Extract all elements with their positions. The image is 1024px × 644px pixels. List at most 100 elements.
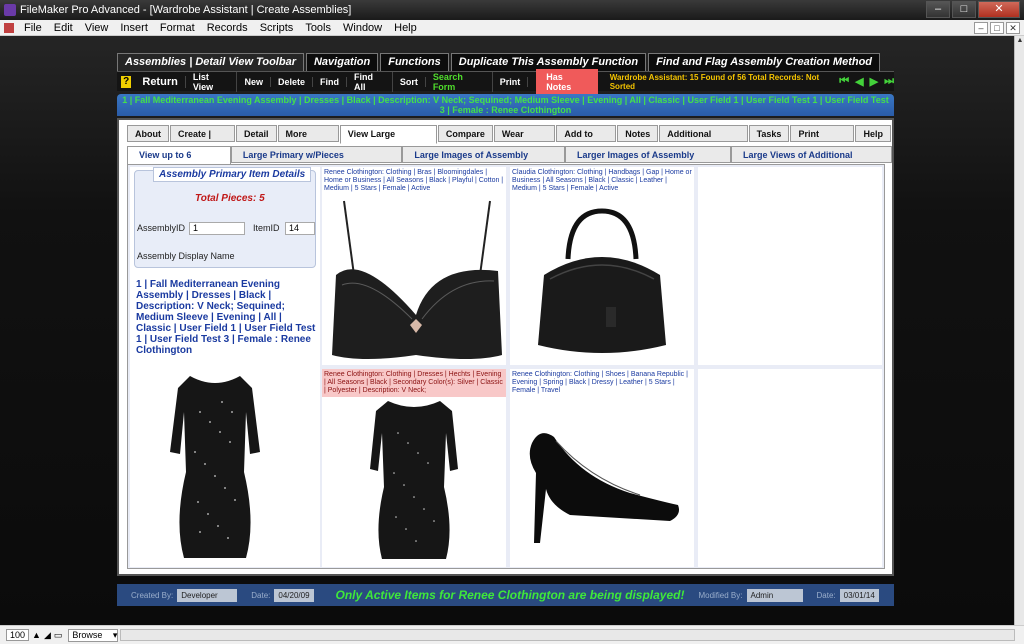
tab-row-sub: View up to 6 Pieces Large Primary w/Piec…	[127, 146, 892, 176]
menu-help[interactable]: Help	[388, 22, 423, 34]
details-title: Assembly Primary Item Details	[153, 167, 312, 182]
assembly-id-field[interactable]: 1	[189, 222, 245, 235]
detail-panel: About Create | Edit Detail More Detail V…	[117, 118, 894, 576]
tab-larger-images-pieces[interactable]: Larger Images of Assembly Pieces	[565, 146, 731, 176]
return-button[interactable]: Return	[135, 75, 186, 88]
zoom-level[interactable]: 100	[6, 629, 30, 641]
tab-compare[interactable]: Compare	[437, 125, 493, 142]
menu-bar: File Edit View Insert Format Records Scr…	[0, 20, 1024, 36]
tab-wear-dates[interactable]: Wear Dates	[493, 125, 556, 155]
empty-piece-slot	[698, 369, 882, 567]
handbag-image	[538, 208, 666, 353]
menu-window[interactable]: Window	[337, 22, 388, 34]
assembly-id-label: AssemblyID	[137, 223, 186, 233]
menu-insert[interactable]: Insert	[114, 22, 154, 34]
new-button[interactable]: New	[237, 76, 271, 87]
menu-tools[interactable]: Tools	[299, 22, 337, 34]
total-pieces: Total Pieces: 5	[195, 193, 265, 204]
tab-detail-view-toolbar[interactable]: Assemblies | Detail View Toolbar	[117, 53, 304, 71]
modified-date-field: 03/01/14	[839, 588, 879, 602]
action-toolbar: ? Return List View New Delete Find Find …	[117, 68, 894, 95]
mode-value: Browse	[72, 629, 103, 640]
tab-navigation[interactable]: Navigation	[305, 53, 379, 71]
scroll-up-icon[interactable]: ▲	[1015, 36, 1024, 46]
layout-area: Assemblies | Detail View Toolbar Navigat…	[0, 36, 1014, 625]
print-button[interactable]: Print	[493, 76, 529, 87]
title-bar: FileMaker Pro Advanced - [Wardrobe Assis…	[0, 0, 1024, 20]
tab-additional-images[interactable]: Additional Images	[659, 125, 748, 155]
menu-edit[interactable]: Edit	[48, 22, 79, 34]
next-record-icon[interactable]: ▶	[870, 75, 878, 88]
top-tab-bar: Assemblies | Detail View Toolbar Navigat…	[117, 53, 882, 71]
assembly-display-name[interactable]: 1 | Fall Mediterranean Evening Assembly …	[136, 279, 316, 356]
minimize-button[interactable]: –	[926, 1, 950, 18]
sort-button[interactable]: Sort	[393, 76, 426, 87]
help-icon[interactable]: ?	[121, 75, 132, 88]
tab-print-center[interactable]: Print Center	[790, 125, 855, 155]
tab-large-views-additional[interactable]: Large Views of Additional Images	[730, 146, 892, 176]
document-icon[interactable]	[4, 22, 14, 33]
zoom-out-icon[interactable]: ▲	[32, 630, 41, 640]
bra-image	[332, 200, 502, 359]
vertical-scrollbar[interactable]: ▲	[1014, 36, 1024, 625]
maximize-button[interactable]: □	[952, 1, 976, 18]
tab-view-large-displays[interactable]: View Large Displays	[339, 125, 437, 155]
menu-records[interactable]: Records	[201, 22, 254, 34]
tab-more-detail[interactable]: More Detail	[277, 125, 339, 155]
tab-find-flag[interactable]: Find and Flag Assembly Creation Method	[648, 53, 881, 71]
piece-card[interactable]: Renee Clothington: Clothing | Dresses | …	[322, 369, 506, 567]
piece-caption: Renee Clothington: Clothing | Dresses | …	[322, 369, 506, 397]
last-record-icon[interactable]: ⏭	[884, 75, 894, 88]
pieces-grid: Renee Clothington: Clothing | Bras | Blo…	[322, 167, 882, 567]
zoom-in-icon[interactable]: ◢	[44, 630, 51, 641]
primary-item-details: Assembly Primary Item Details Total Piec…	[134, 167, 316, 268]
piece-card[interactable]: Renee Clothington: Clothing | Shoes | Ba…	[510, 369, 694, 567]
has-notes-button[interactable]: Has Notes	[536, 68, 598, 95]
tab-row-main: About Create | Edit Detail More Detail V…	[127, 125, 892, 155]
find-all-button[interactable]: Find All	[347, 71, 393, 92]
piece-card[interactable]: Claudia Clothington: Clothing | Handbags…	[510, 167, 694, 365]
close-button[interactable]: ✕	[978, 1, 1020, 18]
tab-large-images-pieces[interactable]: Large Images of Assembly Pieces	[402, 146, 565, 176]
tab-about[interactable]: About	[127, 125, 169, 142]
piece-caption: Claudia Clothington: Clothing | Handbags…	[512, 169, 692, 192]
horizontal-scrollbar[interactable]	[120, 629, 1015, 641]
chevron-down-icon: ▾	[112, 629, 118, 640]
created-date-field: 04/20/09	[274, 588, 314, 602]
find-button[interactable]: Find	[313, 76, 347, 87]
menu-scripts[interactable]: Scripts	[254, 22, 300, 34]
doc-restore-button[interactable]: □	[990, 22, 1004, 34]
tab-view-6-pieces[interactable]: View up to 6 Pieces	[127, 146, 231, 176]
tab-detail[interactable]: Detail	[236, 125, 277, 142]
primary-item-column: Assembly Primary Item Details Total Piec…	[130, 167, 320, 567]
primary-dress-image[interactable]	[160, 372, 270, 562]
tab-help[interactable]: Help	[855, 125, 891, 142]
tab-tasks[interactable]: Tasks	[748, 125, 790, 142]
search-form-button[interactable]: Search Form	[426, 71, 493, 92]
menu-format[interactable]: Format	[154, 22, 201, 34]
doc-close-button[interactable]: ✕	[1006, 22, 1020, 34]
tab-large-primary-thumbs[interactable]: Large Primary w/Pieces Thumbnails	[230, 146, 403, 176]
previous-record-icon[interactable]: ◀	[855, 75, 863, 88]
tab-create-edit[interactable]: Create | Edit	[170, 125, 236, 155]
menu-file[interactable]: File	[18, 22, 48, 34]
created-by-label: Created By:	[131, 590, 174, 600]
tab-add-to-list[interactable]: Add to List	[556, 125, 617, 155]
mode-selector[interactable]: Browse ▾	[68, 628, 119, 642]
dress-image	[370, 401, 458, 559]
delete-button[interactable]: Delete	[271, 76, 313, 87]
doc-minimize-button[interactable]: –	[974, 22, 988, 34]
empty-piece-slot	[698, 167, 882, 365]
first-record-icon[interactable]: ⏮	[839, 75, 849, 88]
created-by-field: Developer	[177, 588, 238, 602]
active-items-message: Only Active Items for Renee Clothington …	[335, 588, 685, 602]
piece-card[interactable]: Renee Clothington: Clothing | Bras | Blo…	[322, 167, 506, 365]
item-id-field[interactable]: 14	[285, 222, 315, 235]
tab-functions[interactable]: Functions	[380, 53, 449, 71]
shoe-image	[529, 433, 679, 543]
menu-view[interactable]: View	[79, 22, 115, 34]
status-toolbar-toggle-icon[interactable]: ▭	[54, 630, 63, 641]
tab-notes[interactable]: Notes	[617, 125, 659, 142]
status-bar: 100 ▲ ◢ ▭ Browse ▾	[0, 625, 1024, 644]
list-view-button[interactable]: List View	[186, 71, 238, 92]
